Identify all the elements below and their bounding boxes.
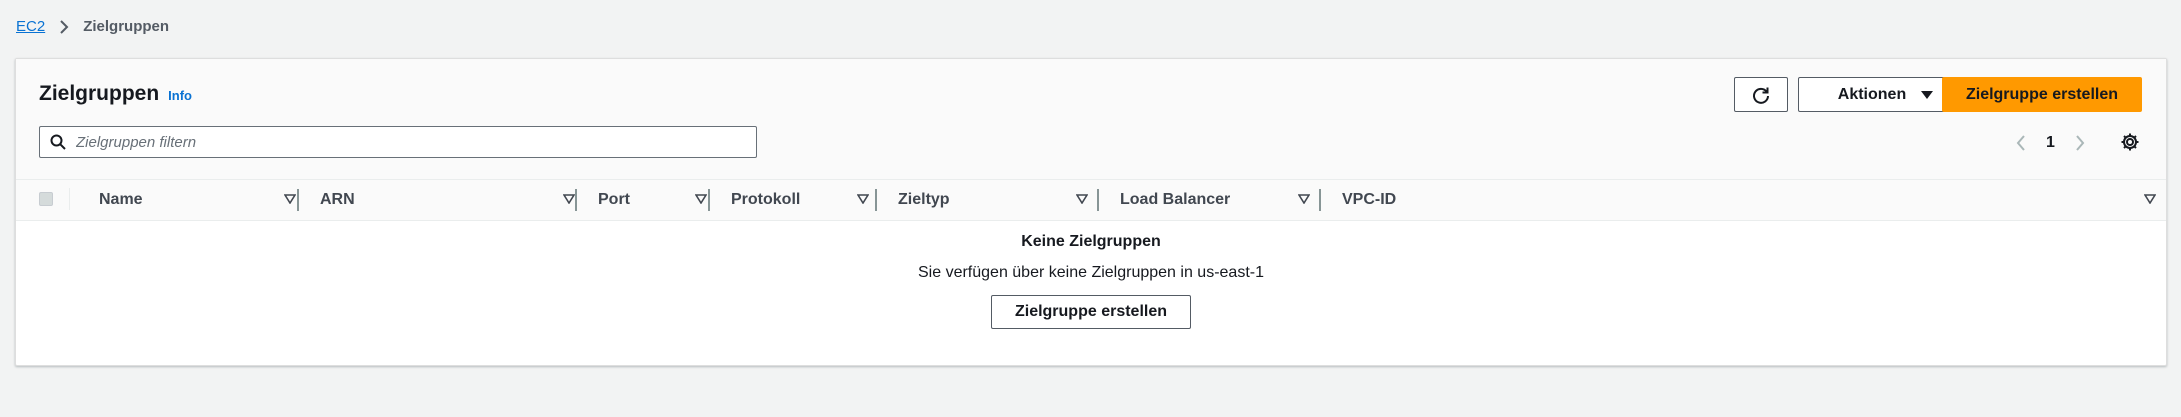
column-header-name[interactable]: Name [99, 180, 299, 220]
page-title: Zielgruppen [39, 82, 160, 105]
actions-label: Aktionen [1837, 85, 1907, 103]
refresh-button[interactable] [1734, 77, 1788, 112]
column-divider[interactable] [1097, 189, 1099, 211]
panel-header: Zielgruppen Info Aktionen Zielgruppe ers… [16, 59, 2166, 179]
column-header-load-balancer[interactable]: Load Balancer [1120, 180, 1320, 220]
column-label: VPC-ID [1342, 191, 1397, 208]
filter-search-field [39, 126, 757, 158]
sort-caret-icon[interactable] [563, 194, 575, 204]
column-divider[interactable] [875, 189, 877, 211]
search-icon [50, 134, 66, 150]
create-target-group-button[interactable]: Zielgruppe erstellen [1942, 77, 2142, 112]
column-header-port[interactable]: Port [598, 180, 708, 220]
info-link[interactable]: Info [168, 88, 192, 103]
current-page-number[interactable]: 1 [2046, 134, 2055, 152]
breadcrumb-current: Zielgruppen [83, 18, 170, 35]
column-divider[interactable] [1319, 189, 1321, 211]
column-header-vpc-id[interactable]: VPC-ID [1342, 180, 2162, 220]
sort-caret-icon[interactable] [1298, 194, 1310, 204]
empty-state-create-button[interactable]: Zielgruppe erstellen [991, 295, 1191, 329]
sort-caret-icon[interactable] [1076, 194, 1088, 204]
column-label: ARN [320, 191, 355, 208]
column-label: Zieltyp [898, 191, 950, 208]
column-header-arn[interactable]: ARN [320, 180, 575, 220]
pagination: 1 [2016, 132, 2085, 154]
breadcrumb: EC2 Zielgruppen [16, 18, 169, 35]
filter-input[interactable] [74, 132, 738, 152]
next-page-icon[interactable] [2075, 135, 2085, 151]
column-divider[interactable] [708, 189, 710, 211]
sort-caret-icon[interactable] [2144, 194, 2156, 204]
sort-caret-icon[interactable] [857, 194, 869, 204]
select-all-checkbox[interactable] [39, 192, 53, 206]
page-title-container: Zielgruppen Info [39, 82, 192, 106]
settings-gear-icon[interactable] [2120, 132, 2140, 152]
column-label: Name [99, 191, 143, 208]
column-header-protokoll[interactable]: Protokoll [731, 180, 871, 220]
caret-down-icon [1920, 87, 1934, 103]
target-groups-panel: Zielgruppen Info Aktionen Zielgruppe ers… [15, 58, 2167, 366]
breadcrumb-link-ec2[interactable]: EC2 [16, 18, 45, 35]
column-divider [69, 188, 70, 210]
column-divider[interactable] [575, 189, 577, 211]
sort-caret-icon[interactable] [284, 194, 296, 204]
column-label: Load Balancer [1120, 191, 1231, 208]
sort-caret-icon[interactable] [695, 194, 707, 204]
column-label: Protokoll [731, 191, 801, 208]
column-label: Port [598, 191, 630, 208]
empty-state: Keine Zielgruppen Sie verfügen über kein… [16, 233, 2166, 329]
column-divider[interactable] [297, 189, 299, 211]
previous-page-icon[interactable] [2016, 135, 2026, 151]
refresh-icon [1751, 85, 1771, 105]
empty-state-description: Sie verfügen über keine Zielgruppen in u… [918, 264, 1264, 281]
chevron-right-icon [59, 19, 69, 34]
empty-state-title: Keine Zielgruppen [1021, 233, 1161, 250]
table-header: Name ARN Port Protokoll Zieltyp Load Bal… [16, 179, 2166, 221]
column-header-zieltyp[interactable]: Zieltyp [898, 180, 1098, 220]
